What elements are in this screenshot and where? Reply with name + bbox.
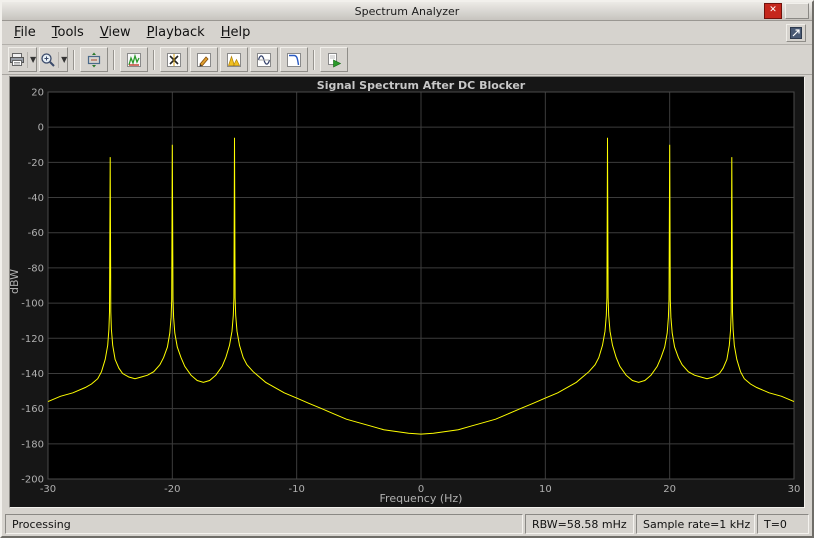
chart-title: Signal Spectrum After DC Blocker: [316, 79, 526, 92]
y-tick-label: 0: [38, 123, 44, 134]
autoscale-button[interactable]: [80, 47, 109, 72]
menu-playback-label: Playback: [146, 25, 205, 40]
toolbar-separator: [73, 49, 76, 70]
pencil-icon: [197, 52, 212, 67]
spectrum-plot[interactable]: -30 -20 -10 0 10 20 30200-20-40-60-80-100-120-…: [10, 77, 804, 507]
magnifier-icon: [41, 52, 55, 67]
peak-finder-button[interactable]: [220, 47, 249, 72]
run-button[interactable]: [320, 47, 349, 72]
window-frame-corner: [785, 2, 809, 19]
y-tick-label: -80: [28, 263, 44, 274]
dock-button[interactable]: [786, 23, 806, 42]
menu-bar: File Tools View Playback Help: [2, 21, 812, 45]
y-tick-label: -160: [21, 404, 44, 415]
waveform-icon: [257, 52, 272, 67]
cursor-measurements-icon: [167, 52, 182, 67]
toolbar: ▼ ▼: [2, 45, 812, 75]
signal-statistics-button[interactable]: [190, 47, 219, 72]
menu-tools[interactable]: Tools: [44, 22, 92, 43]
printer-icon: [10, 52, 24, 66]
y-tick-label: -140: [21, 369, 44, 380]
toolbar-separator: [113, 49, 116, 70]
status-rbw: RBW=58.58 mHz: [525, 514, 634, 534]
menu-file[interactable]: File: [6, 22, 44, 43]
y-tick-label: -100: [21, 299, 44, 310]
print-button[interactable]: ▼: [8, 47, 38, 72]
menu-help-label: Help: [220, 25, 251, 40]
print-dropdown-icon[interactable]: ▼: [27, 51, 36, 68]
menu-help[interactable]: Help: [213, 22, 259, 43]
run-icon: [328, 52, 342, 67]
toolbar-separator: [313, 49, 316, 70]
zoom-button[interactable]: ▼: [39, 47, 69, 72]
cursor-measurements-button[interactable]: [160, 47, 189, 72]
distortion-measurements-button[interactable]: [250, 47, 279, 72]
y-tick-label: -40: [28, 193, 44, 204]
window-title: Spectrum Analyzer: [354, 4, 460, 18]
menu-playback[interactable]: Playback: [139, 22, 213, 43]
close-icon: ✕: [769, 5, 777, 15]
spectrum-settings-button[interactable]: [120, 47, 149, 72]
toolbar-separator: [153, 49, 156, 70]
spectrum-analyzer-window: Spectrum Analyzer ✕ File Tools View Play…: [0, 0, 814, 538]
y-tick-label: -20: [28, 158, 44, 169]
x-axis-label: Frequency (Hz): [379, 492, 463, 505]
y-tick-label: -180: [21, 439, 44, 450]
status-message: Processing: [5, 514, 523, 534]
autoscale-icon: [88, 52, 101, 67]
menu-view[interactable]: View: [92, 22, 139, 43]
y-tick-label: -200: [21, 475, 44, 486]
ccdf-measurements-button[interactable]: [280, 47, 309, 72]
menu-view-label: View: [99, 25, 131, 40]
menu-tools-label: Tools: [51, 25, 84, 40]
title-bar[interactable]: Spectrum Analyzer ✕: [2, 2, 812, 21]
spectrum-settings-icon: [127, 52, 142, 67]
window-controls: ✕: [764, 2, 809, 19]
menu-file-label: File: [14, 25, 36, 40]
y-tick-label: 20: [31, 88, 44, 99]
y-tick-label: -60: [28, 228, 44, 239]
y-tick-label: -120: [21, 334, 44, 345]
plot-panel: -30 -20 -10 0 10 20 30 20 0 -20 -40 -60 -80 -100 -120-…: [8, 76, 805, 508]
ccdf-icon: [287, 52, 302, 67]
status-time: T=0: [757, 514, 809, 534]
status-bar: Processing RBW=58.58 mHz Sample rate=1 k…: [2, 512, 812, 536]
peak-finder-icon: [227, 52, 242, 67]
status-sample-rate: Sample rate=1 kHz: [636, 514, 755, 534]
y-axis-label: dBW: [8, 268, 22, 295]
plot-area: -30 -20 -10 0 10 20 30 20 0 -20 -40 -60 -80 -100 -120-…: [2, 75, 812, 512]
dock-icon: [790, 26, 802, 39]
zoom-dropdown-icon[interactable]: ▼: [58, 51, 67, 68]
close-button[interactable]: ✕: [764, 2, 782, 19]
